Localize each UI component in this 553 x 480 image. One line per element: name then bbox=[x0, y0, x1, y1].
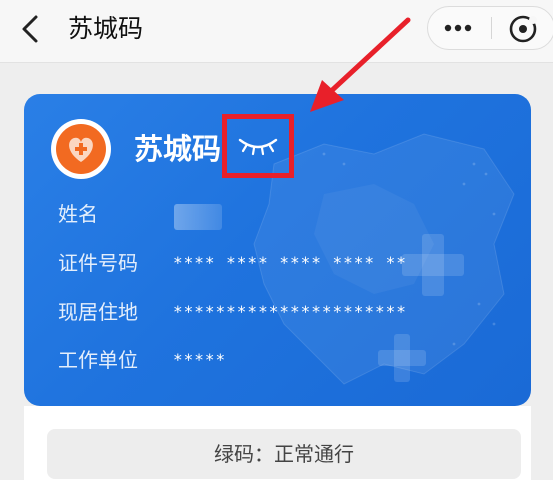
employer-value: ***** bbox=[173, 350, 227, 369]
id-number-label: 证件号码 bbox=[58, 251, 138, 275]
highlight-box-annotation bbox=[222, 114, 294, 178]
back-icon[interactable] bbox=[16, 14, 46, 44]
name-value-masked bbox=[174, 204, 222, 230]
employer-label: 工作单位 bbox=[58, 348, 138, 372]
top-bar: 苏城码 bbox=[0, 0, 553, 63]
status-bar: 绿码：正常通行 bbox=[47, 429, 521, 479]
status-text: 绿码：正常通行 bbox=[214, 442, 354, 466]
close-mini-program-icon[interactable] bbox=[507, 13, 539, 45]
page-title: 苏城码 bbox=[68, 14, 144, 43]
residence-value: ********************** bbox=[173, 302, 407, 321]
card-title: 苏城码 bbox=[134, 132, 222, 166]
name-label: 姓名 bbox=[58, 202, 98, 226]
red-arrow-annotation bbox=[310, 17, 411, 112]
capsule-divider bbox=[491, 17, 492, 39]
suchengma-logo-icon bbox=[51, 119, 111, 179]
residence-label: 现居住地 bbox=[58, 300, 138, 324]
more-icon[interactable] bbox=[441, 17, 475, 39]
id-number-value: **** **** **** **** ** bbox=[173, 253, 407, 272]
